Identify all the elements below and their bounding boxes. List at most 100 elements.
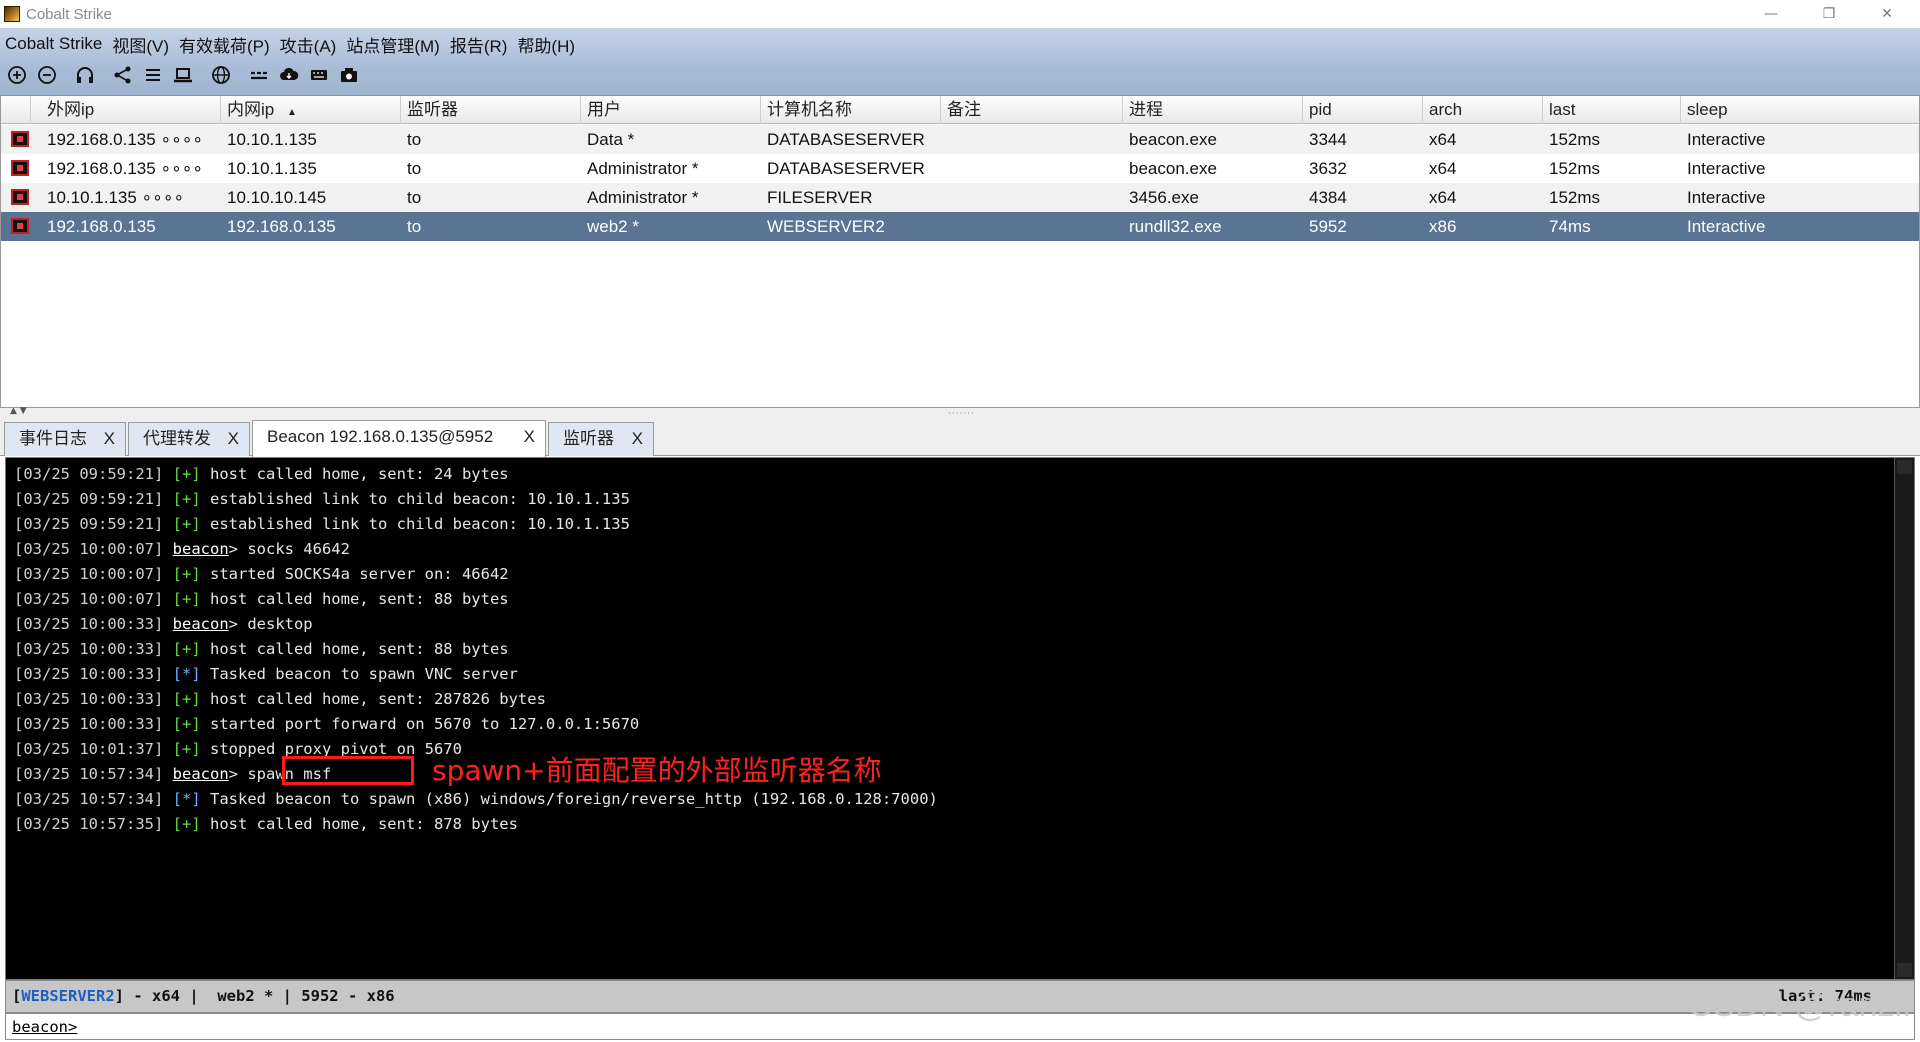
column-header-internal-ip[interactable]: 内网ip ▲ [221, 96, 401, 124]
column-header-pid[interactable]: pid [1303, 96, 1423, 124]
cell-external-ip: 10.10.1.135 ∘∘∘∘ [47, 188, 185, 207]
column-header-arch[interactable]: arch [1423, 96, 1543, 124]
tab-label: 监听器 [563, 429, 614, 448]
minimize-button[interactable]: — [1742, 0, 1800, 28]
menu-cobalt-strike[interactable]: Cobalt Strike [0, 34, 107, 54]
tab-event-log[interactable]: 事件日志 X [4, 422, 126, 456]
menu-site-management[interactable]: 站点管理(M) [341, 32, 444, 57]
close-button[interactable]: ✕ [1858, 0, 1916, 28]
cell-listener: to [407, 130, 422, 149]
beacon-session-icon [11, 189, 29, 205]
column-header-listener[interactable]: 监听器 [401, 96, 581, 124]
annotation-text: spawn+前面配置的外部监听器名称 [432, 754, 882, 787]
maximize-button[interactable]: ❐ [1800, 0, 1858, 28]
cell-computer: DATABASESERVER [767, 130, 925, 149]
cell-computer: DATABASESERVER [767, 159, 925, 178]
tab-proxy-pivots[interactable]: 代理转发 X [128, 422, 250, 456]
tab-close-button[interactable]: X [632, 423, 643, 455]
laptop-icon[interactable] [168, 63, 198, 87]
line-tag: [+] [172, 465, 201, 483]
line-timestamp: [03/25 09:59:21] [14, 490, 164, 508]
cell-last: 152ms [1549, 188, 1601, 207]
scroll-up-button[interactable] [1897, 460, 1912, 474]
console-line: [03/25 10:00:07] [+] started SOCKS4a ser… [14, 562, 938, 587]
tab-bar: 事件日志 X 代理转发 X Beacon 192.168.0.135@5952 … [0, 418, 1920, 457]
line-text: > socks 46642 [228, 540, 350, 558]
console-line: [03/25 10:00:33] [+] host called home, s… [14, 637, 938, 662]
cell-user: web2 * [587, 217, 639, 236]
cell-internal-ip: 10.10.1.135 [227, 159, 317, 178]
cell-note [941, 183, 1123, 212]
line-tag: [*] [172, 790, 201, 808]
pivot-icon[interactable] [244, 63, 274, 87]
watermark: CSDN @ranzi. [1688, 986, 1912, 1024]
beacon-console-output[interactable]: [03/25 09:59:21] [+] host called home, s… [5, 457, 1915, 980]
line-timestamp: [03/25 09:59:21] [14, 515, 164, 533]
column-header-external-ip[interactable]: 外网ip [41, 96, 221, 124]
splitter-collapse-icon[interactable]: ▲ ▼ [10, 406, 27, 416]
cell-arch: x64 [1429, 188, 1457, 207]
tab-close-button[interactable]: X [104, 423, 115, 455]
add-icon[interactable] [2, 63, 32, 87]
cell-arch: x64 [1429, 159, 1457, 178]
keyboard-icon[interactable] [304, 63, 334, 87]
beacon-command-input[interactable]: beacon> [5, 1013, 1915, 1040]
tab-label: 代理转发 [143, 429, 211, 448]
menu-payloads[interactable]: 有效载荷(P) [174, 32, 275, 57]
table-row[interactable]: 10.10.1.135 ∘∘∘∘ 10.10.10.145 to Adminis… [1, 183, 1919, 212]
tab-beacon-console[interactable]: Beacon 192.168.0.135@5952 X [252, 420, 546, 457]
console-line: [03/25 10:00:07] beacon> socks 46642 [14, 537, 938, 562]
cell-process: 3456.exe [1129, 188, 1199, 207]
table-row[interactable]: 192.168.0.135 ∘∘∘∘ 10.10.1.135 to Data *… [1, 125, 1919, 154]
column-header-last[interactable]: last [1543, 96, 1681, 124]
remove-icon[interactable] [32, 63, 62, 87]
cell-internal-ip: 10.10.1.135 [227, 130, 317, 149]
tab-close-button[interactable]: X [524, 421, 535, 453]
camera-icon[interactable] [334, 63, 364, 87]
line-text: Tasked beacon to spawn VNC server [200, 665, 518, 683]
menu-help[interactable]: 帮助(H) [512, 32, 580, 57]
scroll-down-button[interactable] [1897, 963, 1912, 977]
column-header-sleep[interactable]: sleep [1681, 96, 1919, 124]
tab-close-button[interactable]: X [228, 423, 239, 455]
cell-sleep: Interactive [1687, 159, 1766, 178]
line-tag: [+] [172, 490, 201, 508]
line-tag: [+] [172, 715, 201, 733]
line-text: host called home, sent: 88 bytes [200, 640, 509, 658]
tab-listeners[interactable]: 监听器 X [548, 422, 654, 456]
toolbar-separator [198, 64, 206, 86]
column-header-computer[interactable]: 计算机名称 [761, 96, 941, 124]
line-tag: [+] [172, 590, 201, 608]
table-row[interactable]: 192.168.0.135 ∘∘∘∘ 10.10.1.135 to Admini… [1, 154, 1919, 183]
toolbar-separator [62, 64, 70, 86]
console-scrollbar[interactable] [1894, 458, 1914, 979]
share-icon[interactable] [108, 63, 138, 87]
list-icon[interactable] [138, 63, 168, 87]
cloud-download-icon[interactable] [274, 63, 304, 87]
line-tag: [+] [172, 740, 201, 758]
menu-attacks[interactable]: 攻击(A) [275, 32, 342, 57]
console-line: [03/25 10:00:33] [+] host called home, s… [14, 687, 938, 712]
menu-reporting[interactable]: 报告(R) [445, 32, 513, 57]
beacon-session-icon [11, 160, 29, 176]
column-header-process[interactable]: 进程 [1123, 96, 1303, 124]
cell-pid: 3632 [1309, 159, 1347, 178]
console-line: [03/25 10:00:33] beacon> desktop [14, 612, 938, 637]
menu-view[interactable]: 视图(V) [107, 32, 174, 57]
cell-internal-ip: 192.168.0.135 [227, 217, 336, 236]
console-line: [03/25 09:59:21] [+] host called home, s… [14, 462, 938, 487]
cell-process: rundll32.exe [1129, 217, 1222, 236]
globe-icon[interactable] [206, 63, 236, 87]
cell-process: beacon.exe [1129, 159, 1217, 178]
table-row-selected[interactable]: 192.168.0.135 192.168.0.135 to web2 * WE… [1, 212, 1919, 241]
column-header-note[interactable]: 备注 [941, 96, 1123, 124]
line-timestamp: [03/25 10:01:37] [14, 740, 164, 758]
split-pane-divider[interactable]: ▲ ▼ ······· [0, 406, 1920, 419]
column-header-user[interactable]: 用户 [581, 96, 761, 124]
cell-user: Administrator * [587, 188, 699, 207]
headphones-icon[interactable] [70, 63, 100, 87]
console-line: [03/25 09:59:21] [+] established link to… [14, 487, 938, 512]
line-timestamp: [03/25 10:00:33] [14, 715, 164, 733]
line-tag: [*] [172, 665, 201, 683]
line-timestamp: [03/25 10:57:35] [14, 815, 164, 833]
